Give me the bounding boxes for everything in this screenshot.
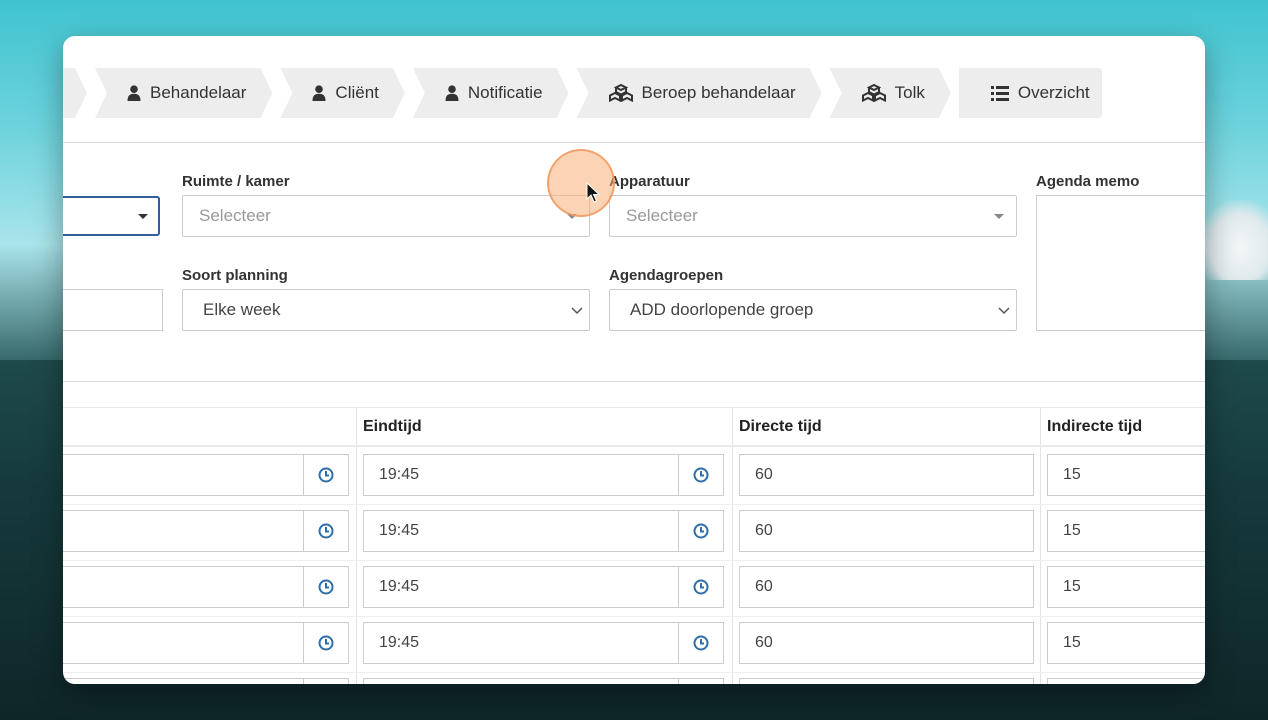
header-direct-time: Directe tijd [739,418,822,435]
room-select[interactable]: Selecteer [182,195,590,237]
header-end-time: Eindtijd [363,418,422,435]
planning-label: Soort planning [182,267,288,284]
clock-icon [318,635,334,651]
row-separator [63,504,1205,505]
direct-time-input[interactable] [739,678,1034,684]
end-time-input[interactable]: 19:45 [363,622,680,664]
background-cloud [1198,200,1268,280]
wizard-step-label: Overzicht [1017,83,1090,102]
groups-select[interactable]: ADD doorlopende groep [609,289,1017,331]
clock-button[interactable] [303,510,349,552]
cubes-icon [609,84,633,102]
clock-button[interactable] [678,510,724,552]
direct-time-input[interactable]: 60 [739,510,1034,552]
column-divider [356,407,357,684]
start-time-input[interactable] [63,622,304,664]
wizard-step-overzicht[interactable]: Overzicht [958,68,1102,118]
cubes-icon [862,84,886,102]
wizard-step-label: Notificatie [467,83,543,102]
clock-icon [318,579,334,595]
column-divider [1040,407,1041,684]
wizard-step-label: Beroep behandelaar [641,83,796,102]
clock-button[interactable] [303,678,349,684]
user-icon [312,85,326,101]
clock-icon [693,579,709,595]
clock-button[interactable] [678,454,724,496]
clock-button[interactable] [303,454,349,496]
clock-button[interactable] [678,622,724,664]
wizard-step-tolk[interactable]: Tolk [830,68,951,118]
mouse-cursor-icon [586,182,600,203]
caret-down-icon [138,214,148,219]
equipment-label: Apparatuur [609,173,690,190]
chevron-down-icon [571,307,583,315]
start-time-input[interactable] [63,678,304,684]
clock-button[interactable] [678,678,724,684]
room-placeholder: Selecteer [199,206,271,225]
row-separator [63,672,1205,673]
user-icon [445,85,459,101]
clock-icon [693,635,709,651]
wizard-step-behandelaar[interactable]: Behandelaar [95,68,272,118]
indirect-time-input[interactable]: 15 [1047,510,1205,552]
clock-icon [318,523,334,539]
wizard-step-label: Tolk [894,83,925,102]
focused-select[interactable] [63,196,160,236]
app-window: Behandelaar Cliënt Notificatie Beroep be… [63,36,1205,684]
end-time-input[interactable] [363,678,680,684]
indirect-time-input[interactable]: 15 [1047,622,1205,664]
clock-icon [693,523,709,539]
cursor-highlight [547,149,615,217]
table-header-border [63,445,1205,447]
caret-down-icon [994,214,1004,219]
wizard-step-notificatie[interactable]: Notificatie [413,68,569,118]
clock-icon [318,467,334,483]
memo-textarea[interactable] [1036,195,1205,331]
wizard-step-label: Cliënt [335,83,379,102]
groups-label: Agendagroepen [609,267,724,284]
start-time-input[interactable] [63,566,304,608]
planning-select[interactable]: Elke week [182,289,590,331]
column-divider [732,407,733,684]
row-separator [63,616,1205,617]
indirect-time-input[interactable]: 15 [1047,454,1205,496]
clock-button[interactable] [303,622,349,664]
indirect-time-input[interactable]: 15 [1047,566,1205,608]
start-time-input[interactable] [63,510,304,552]
clock-button[interactable] [303,566,349,608]
indirect-time-input[interactable] [1047,678,1205,684]
direct-time-input[interactable]: 60 [739,622,1034,664]
direct-time-input[interactable]: 60 [739,454,1034,496]
planning-value: Elke week [203,300,281,319]
memo-label: Agenda memo [1036,173,1140,190]
clock-icon [693,467,709,483]
wizard-step-previous[interactable] [63,68,87,118]
divider [63,381,1205,382]
end-time-input[interactable]: 19:45 [363,510,680,552]
wizard-step-beroep-behandelaar[interactable]: Beroep behandelaar [577,68,822,118]
divider [63,142,1205,143]
wizard-step-client[interactable]: Cliënt [280,68,404,118]
room-label: Ruimte / kamer [182,173,290,190]
equipment-select[interactable]: Selecteer [609,195,1017,237]
list-icon [990,85,1009,101]
user-icon [127,85,141,101]
table-top-border [63,407,1205,408]
wizard-step-label: Behandelaar [150,83,247,102]
input-field[interactable] [63,289,163,331]
row-separator [63,560,1205,561]
chevron-down-icon [998,307,1010,315]
end-time-input[interactable]: 19:45 [363,454,680,496]
clock-button[interactable] [678,566,724,608]
groups-value: ADD doorlopende groep [630,300,814,319]
direct-time-input[interactable]: 60 [739,566,1034,608]
end-time-input[interactable]: 19:45 [363,566,680,608]
start-time-input[interactable] [63,454,304,496]
wizard-steps: Behandelaar Cliënt Notificatie Beroep be… [63,68,1110,118]
equipment-placeholder: Selecteer [626,206,698,225]
header-indirect-time: Indirecte tijd [1047,418,1143,435]
